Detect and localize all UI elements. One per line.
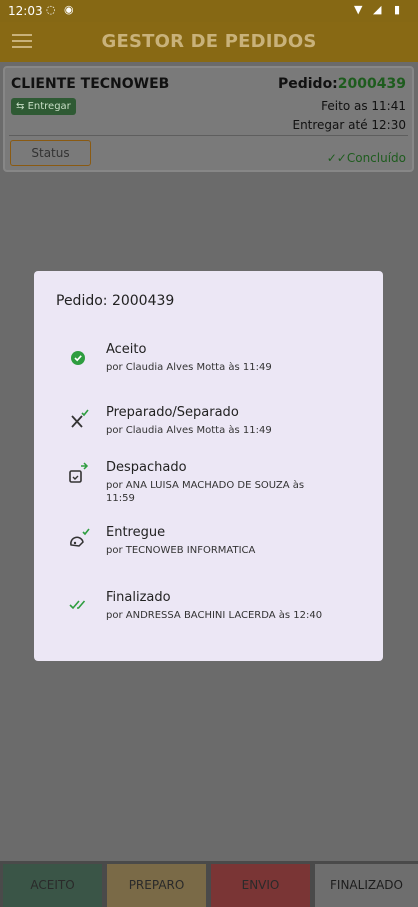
made-at: Feito as 11:41: [321, 99, 406, 113]
step-label: Entregue: [106, 525, 166, 540]
delivery-check-icon: [70, 528, 90, 547]
status-button[interactable]: Status: [10, 140, 91, 166]
signal-icon: ◢: [373, 3, 382, 16]
wifi-icon: ▼: [354, 3, 363, 16]
app-bar: GESTOR DE PEDIDOS: [0, 22, 418, 62]
battery-icon: ▮: [394, 3, 401, 16]
bottom-tabs: ACEITO PREPARO ENVIO FINALIZADO: [0, 861, 418, 907]
check-badge-icon: [71, 351, 85, 365]
step-despachado: Despachado por ANA LUISA MACHADO DE SOUZ…: [34, 460, 383, 510]
deliver-until: Entregar até 12:30: [292, 118, 406, 132]
shield-icon: ◌: [46, 3, 56, 16]
step-label: Preparado/Separado: [106, 405, 239, 420]
step-aceito: Aceito por Claudia Alves Motta às 11:49: [34, 342, 383, 392]
delivery-icon: ⇆: [16, 101, 25, 112]
tab-aceito[interactable]: ACEITO: [3, 864, 102, 907]
tab-finalizado[interactable]: FINALIZADO: [315, 864, 418, 907]
step-by: por ANDRESSA BACHINI LACERDA às 12:40: [106, 610, 323, 621]
delivery-badge-label: Entregar: [27, 101, 71, 112]
concluded-label: Concluído: [346, 151, 406, 165]
concluded-status: ✓✓Concluído: [327, 151, 406, 165]
delivery-badge: ⇆ Entregar: [11, 98, 76, 115]
step-preparado: Preparado/Separado por Claudia Alves Mot…: [34, 405, 383, 455]
step-label: Finalizado: [106, 590, 171, 605]
notification-icon: ◉: [64, 3, 74, 16]
divider: [9, 135, 408, 136]
order-label: Pedido:: [277, 76, 338, 92]
calendar-dispatch-icon: [69, 462, 89, 483]
dialog-title: Pedido: 2000439: [56, 293, 175, 309]
tab-envio[interactable]: ENVIO: [211, 864, 310, 907]
step-entregue: Entregue por TECNOWEB INFORMATICA: [34, 525, 383, 575]
app-title: GESTOR DE PEDIDOS: [101, 31, 317, 52]
step-by: por TECNOWEB INFORMATICA: [106, 545, 256, 556]
order-status-dialog: Pedido: 2000439 Aceito por Claudia Alves…: [34, 271, 383, 661]
step-by: por Claudia Alves Motta às 11:49: [106, 362, 272, 373]
double-check-icon: ✓✓: [326, 151, 347, 165]
status-bar: 12:03 ◌ ◉ ▼ ◢ ▮: [0, 0, 418, 22]
step-label: Aceito: [106, 342, 147, 357]
status-time: 12:03: [8, 4, 43, 18]
tab-preparo[interactable]: PREPARO: [107, 864, 206, 907]
step-finalizado: Finalizado por ANDRESSA BACHINI LACERDA …: [34, 590, 383, 640]
step-by: por ANA LUISA MACHADO DE SOUZA às 11:59: [106, 480, 305, 504]
utensils-check-icon: [71, 409, 89, 428]
step-label: Despachado: [106, 460, 187, 475]
client-name: CLIENTE TECNOWEB: [11, 76, 170, 92]
double-check-icon: [69, 600, 86, 610]
step-by: por Claudia Alves Motta às 11:49: [106, 425, 272, 436]
order-number-value: 2000439: [337, 76, 406, 92]
order-card[interactable]: CLIENTE TECNOWEB ⇆ Entregar Pedido:20004…: [3, 66, 414, 172]
order-number: Pedido:2000439: [278, 76, 406, 92]
